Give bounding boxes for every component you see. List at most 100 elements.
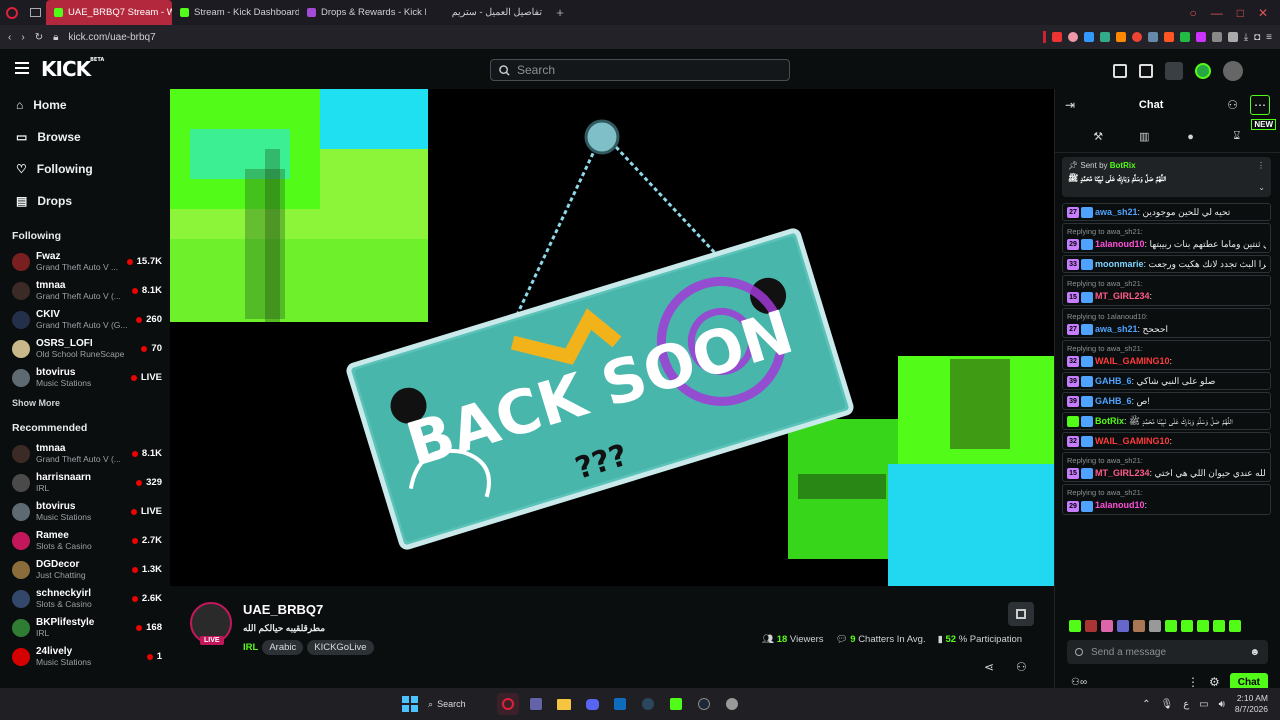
hamburger-menu-icon[interactable]	[15, 62, 29, 74]
collapse-chat-icon[interactable]: ⇥	[1065, 98, 1075, 112]
points-icon[interactable]: ⚇∞	[1071, 677, 1087, 688]
share-icon[interactable]: ⋖	[984, 660, 994, 674]
nav-drops[interactable]: ▤ Drops	[0, 185, 170, 217]
channel-item[interactable]: btovirus Music Stations LIVE	[0, 497, 170, 526]
extension-icon[interactable]	[1115, 32, 1126, 42]
extension-icon[interactable]	[1147, 32, 1158, 42]
tag-arabic[interactable]: Arabic	[262, 640, 304, 655]
tab-kick-dashboard[interactable]: Stream - Kick Dashboard	[172, 0, 299, 25]
extension-icon[interactable]	[1083, 32, 1094, 42]
pin-menu-icon[interactable]: ⋮	[1257, 161, 1265, 170]
creator-dashboard-icon[interactable]	[1113, 64, 1127, 78]
extensions-puzzle-icon[interactable]	[1227, 32, 1238, 42]
windows-start-icon[interactable]	[399, 693, 421, 715]
minimize-icon[interactable]: —	[1211, 6, 1223, 20]
chat-username[interactable]: WAIL_GAMING10	[1095, 436, 1170, 446]
chat-message[interactable]: Replying to awa_sh21: 29 1alanoud10:	[1062, 484, 1271, 515]
show-more-link[interactable]: Show More	[0, 392, 170, 414]
emote-icon[interactable]	[1117, 620, 1129, 632]
teams-icon[interactable]	[525, 693, 547, 715]
chat-username[interactable]: BotRix	[1095, 416, 1124, 426]
hammer-icon[interactable]: ⚒	[1090, 129, 1106, 145]
chat-message[interactable]: Replying to awa_sh21: 32 WAIL_GAMING10:	[1062, 339, 1271, 370]
extension-icon[interactable]	[1195, 32, 1206, 42]
chat-username[interactable]: 1alanoud10	[1095, 500, 1145, 510]
kick-logo[interactable]: KICKBETA	[41, 57, 104, 81]
chat-users-icon[interactable]: ⚇	[1227, 98, 1238, 112]
chat-message[interactable]: 39 GAHB_6: ص!	[1062, 391, 1271, 410]
chat-message[interactable]: BotRix: اللَّهُمَّ صَلِّ وَسَلِّمْ وَبَا…	[1062, 412, 1271, 431]
chevron-up-icon[interactable]: ⌃	[1142, 699, 1150, 710]
theater-mode-button[interactable]	[1008, 602, 1034, 626]
extension-icon[interactable]	[1067, 32, 1078, 42]
extension-icon[interactable]	[1131, 32, 1142, 42]
steam-icon[interactable]	[637, 693, 659, 715]
emote-icon[interactable]	[1229, 620, 1241, 632]
nav-home[interactable]: ⌂ Home	[0, 89, 170, 121]
more-options-icon[interactable]: ⋮	[1187, 675, 1199, 688]
chevron-down-icon[interactable]: ⌄	[1258, 183, 1265, 192]
file-explorer-icon[interactable]	[553, 693, 575, 715]
emote-icon[interactable]	[1197, 620, 1209, 632]
extension-icon[interactable]	[1179, 32, 1190, 42]
maximize-icon[interactable]: □	[1237, 6, 1244, 20]
channel-item[interactable]: Fwaz Grand Theft Auto V ... 15.7K	[0, 247, 170, 276]
taskbar-search[interactable]: ⌕ Search	[428, 693, 490, 715]
volume-icon[interactable]: 🔊︎	[1219, 699, 1225, 710]
settings-gear-icon[interactable]	[721, 693, 743, 715]
channel-item[interactable]: CKIV Grand Theft Auto V (G... 260	[0, 305, 170, 334]
chat-username[interactable]: GAHB_6	[1095, 376, 1132, 386]
opera-logo-icon[interactable]	[0, 0, 24, 25]
channel-item[interactable]: BKPlifestyle IRL 168	[0, 613, 170, 642]
channel-item[interactable]: tmnaa Grand Theft Auto V (... 8.1K	[0, 276, 170, 305]
browser-menu-icon[interactable]: ≡	[1266, 32, 1272, 43]
channel-item[interactable]: Ramee Slots & Casino 2.7K	[0, 526, 170, 555]
nav-browse[interactable]: ▭ Browse	[0, 121, 170, 153]
chat-bubble-icon[interactable]: ●	[1183, 129, 1199, 145]
steam-icon[interactable]	[693, 693, 715, 715]
search-tabs-icon[interactable]: ○	[1189, 6, 1196, 20]
new-tab-plus-icon[interactable]: +	[550, 5, 570, 20]
chat-message[interactable]: 27 awa_sh21: تحيه لي للحين موجودين	[1062, 203, 1271, 222]
url-field[interactable]: kick.com/uae-brbq7	[68, 32, 155, 43]
chat-message[interactable]: 32 WAIL_GAMING10:	[1062, 432, 1271, 451]
search-bar[interactable]: Search	[490, 59, 790, 81]
extension-icon[interactable]	[1099, 32, 1110, 42]
video-player[interactable]: BACK SOON ???	[170, 89, 1054, 586]
settings-gear-icon[interactable]: ⚙	[1209, 675, 1220, 688]
emote-icon[interactable]	[1133, 620, 1145, 632]
network-icon[interactable]: ▭	[1199, 699, 1208, 710]
chat-username[interactable]: 1alanoud10	[1095, 239, 1145, 249]
stream-manager-icon[interactable]	[1165, 62, 1183, 80]
chat-message[interactable]: 33moonmarie: اووه ترا البث تجدد لانك هكي…	[1062, 255, 1271, 274]
emote-icon[interactable]	[1181, 620, 1193, 632]
tab-client-details[interactable]: تفاصيل العميل - ستريم	[426, 0, 550, 25]
reload-icon[interactable]: ↻	[35, 32, 43, 43]
tag-kickgolive[interactable]: KICKGoLive	[307, 640, 374, 655]
opera-taskbar-icon[interactable]	[497, 693, 520, 715]
camera-icon[interactable]: ◘	[1254, 32, 1260, 43]
emote-icon[interactable]	[1165, 620, 1177, 632]
discord-icon[interactable]	[581, 693, 603, 715]
chat-message[interactable]: Replying to awa_sh21:15MT_GIRL234: انا ا…	[1062, 452, 1271, 483]
chat-message[interactable]: Replying to awa_sh21:291alanoud10: أنا ك…	[1062, 223, 1271, 254]
outlook-icon[interactable]	[609, 693, 631, 715]
keyboard-language[interactable]: ع	[1183, 699, 1189, 710]
emote-icon[interactable]	[1213, 620, 1225, 632]
pinned-message[interactable]: 📌︎ Sent by BotRix اللَّهُمَّ صَلِّ وَسَل…	[1062, 157, 1271, 197]
chat-username[interactable]: GAHB_6	[1095, 396, 1132, 406]
emote-icon[interactable]	[1101, 620, 1113, 632]
follow-user-icon[interactable]: ⚇	[1016, 660, 1027, 674]
clock[interactable]: 2:10 AM 8/7/2026	[1235, 693, 1268, 715]
chat-message[interactable]: 39 GAHB_6: صلو على النبي شاكي	[1062, 371, 1271, 390]
channel-item[interactable]: 24lively Music Stations 1	[0, 642, 170, 671]
chat-username[interactable]: MT_GIRL234	[1095, 291, 1150, 301]
tab-drops-rewards[interactable]: Drops & Rewards - Kick Da	[299, 0, 426, 25]
emoji-picker-icon[interactable]: ☻	[1249, 647, 1260, 658]
channel-item[interactable]: DGDecor Just Chatting 1.3K	[0, 555, 170, 584]
channel-item[interactable]: tmnaa Grand Theft Auto V (... 8.1K	[0, 439, 170, 468]
tab-stream-watch[interactable]: UAE_BRBQ7 Stream - Watc	[46, 0, 172, 25]
chat-username[interactable]: awa_sh21	[1095, 207, 1138, 217]
chat-message[interactable]: Replying to 1alanoud10: 27 awa_sh21: احححح	[1062, 307, 1271, 338]
kick-wallet-icon[interactable]	[1195, 63, 1211, 79]
